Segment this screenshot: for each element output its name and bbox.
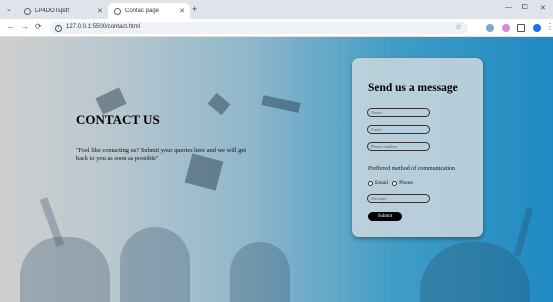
crowd-silhouette-image: [420, 242, 530, 302]
tab-title: Contac page: [125, 8, 160, 14]
graduation-cap-image: [95, 87, 127, 115]
preference-options: Email Phone: [368, 180, 413, 186]
maximize-button[interactable]: ⧠: [522, 4, 528, 12]
crowd-silhouette-image: [230, 242, 290, 302]
tab-strip: ⌄ LP4DOTspdf ✕ Contac page ✕ + — ⧠ ✕: [0, 0, 553, 19]
phone-radio-label: Phone: [399, 180, 413, 186]
email-input[interactable]: [367, 125, 430, 134]
preference-label: Preffered method of communication: [368, 166, 456, 172]
globe-icon: [114, 7, 121, 15]
close-tab-icon[interactable]: ✕: [177, 7, 187, 15]
crowd-silhouette-image: [20, 237, 110, 302]
extension-icon[interactable]: [486, 24, 494, 32]
site-info-icon[interactable]: i: [55, 24, 62, 32]
form-title: Send us a message: [368, 82, 458, 94]
submit-button[interactable]: Submit: [368, 212, 402, 221]
new-tab-button[interactable]: +: [192, 4, 197, 14]
globe-icon: [24, 7, 31, 15]
forward-button[interactable]: →: [21, 22, 29, 31]
close-tab-icon[interactable]: ✕: [95, 7, 105, 15]
page-heading: CONTACT US: [76, 112, 160, 127]
address-bar[interactable]: i 127.0.0.1:5500/contact.html ☆: [50, 22, 468, 34]
phone-input[interactable]: [367, 142, 430, 151]
url-text: 127.0.0.1:5500/contact.html: [66, 24, 141, 30]
tab-lp4dots[interactable]: LP4DOTspdf ✕: [18, 3, 108, 19]
bookmark-star-icon[interactable]: ☆: [455, 22, 462, 31]
tab-search-icon[interactable]: ⌄: [6, 5, 12, 13]
contact-form-card: Send us a message Preffered method of co…: [352, 58, 483, 237]
intro-text: "Feel like contacting us? Submit your qu…: [76, 147, 246, 162]
minimize-button[interactable]: —: [505, 4, 512, 11]
extension-icon[interactable]: [502, 24, 510, 32]
email-radio[interactable]: [368, 180, 373, 186]
message-input[interactable]: [367, 194, 430, 203]
profile-avatar[interactable]: [533, 24, 541, 32]
extensions-puzzle-icon[interactable]: [517, 24, 525, 32]
close-window-button[interactable]: ✕: [540, 4, 546, 12]
page-background: CONTACT US "Feel like contacting us? Sub…: [0, 37, 553, 302]
crowd-silhouette-image: [120, 227, 190, 302]
email-radio-label: Email: [375, 180, 389, 186]
graduation-cap-image: [207, 92, 231, 116]
browser-menu-icon[interactable]: ⋮: [546, 22, 553, 31]
reload-button[interactable]: ⟳: [35, 22, 42, 31]
raised-arm-image: [513, 206, 534, 258]
phone-radio[interactable]: [392, 180, 398, 186]
tab-contact-page[interactable]: Contac page ✕: [108, 3, 190, 19]
tab-title: LP4DOTspdf: [35, 8, 70, 14]
back-button[interactable]: ←: [7, 22, 15, 31]
name-input[interactable]: [367, 108, 430, 117]
browser-toolbar: ← → ⟳ i 127.0.0.1:5500/contact.html ☆ ⋮: [0, 19, 553, 37]
graduation-cap-image: [261, 95, 301, 113]
